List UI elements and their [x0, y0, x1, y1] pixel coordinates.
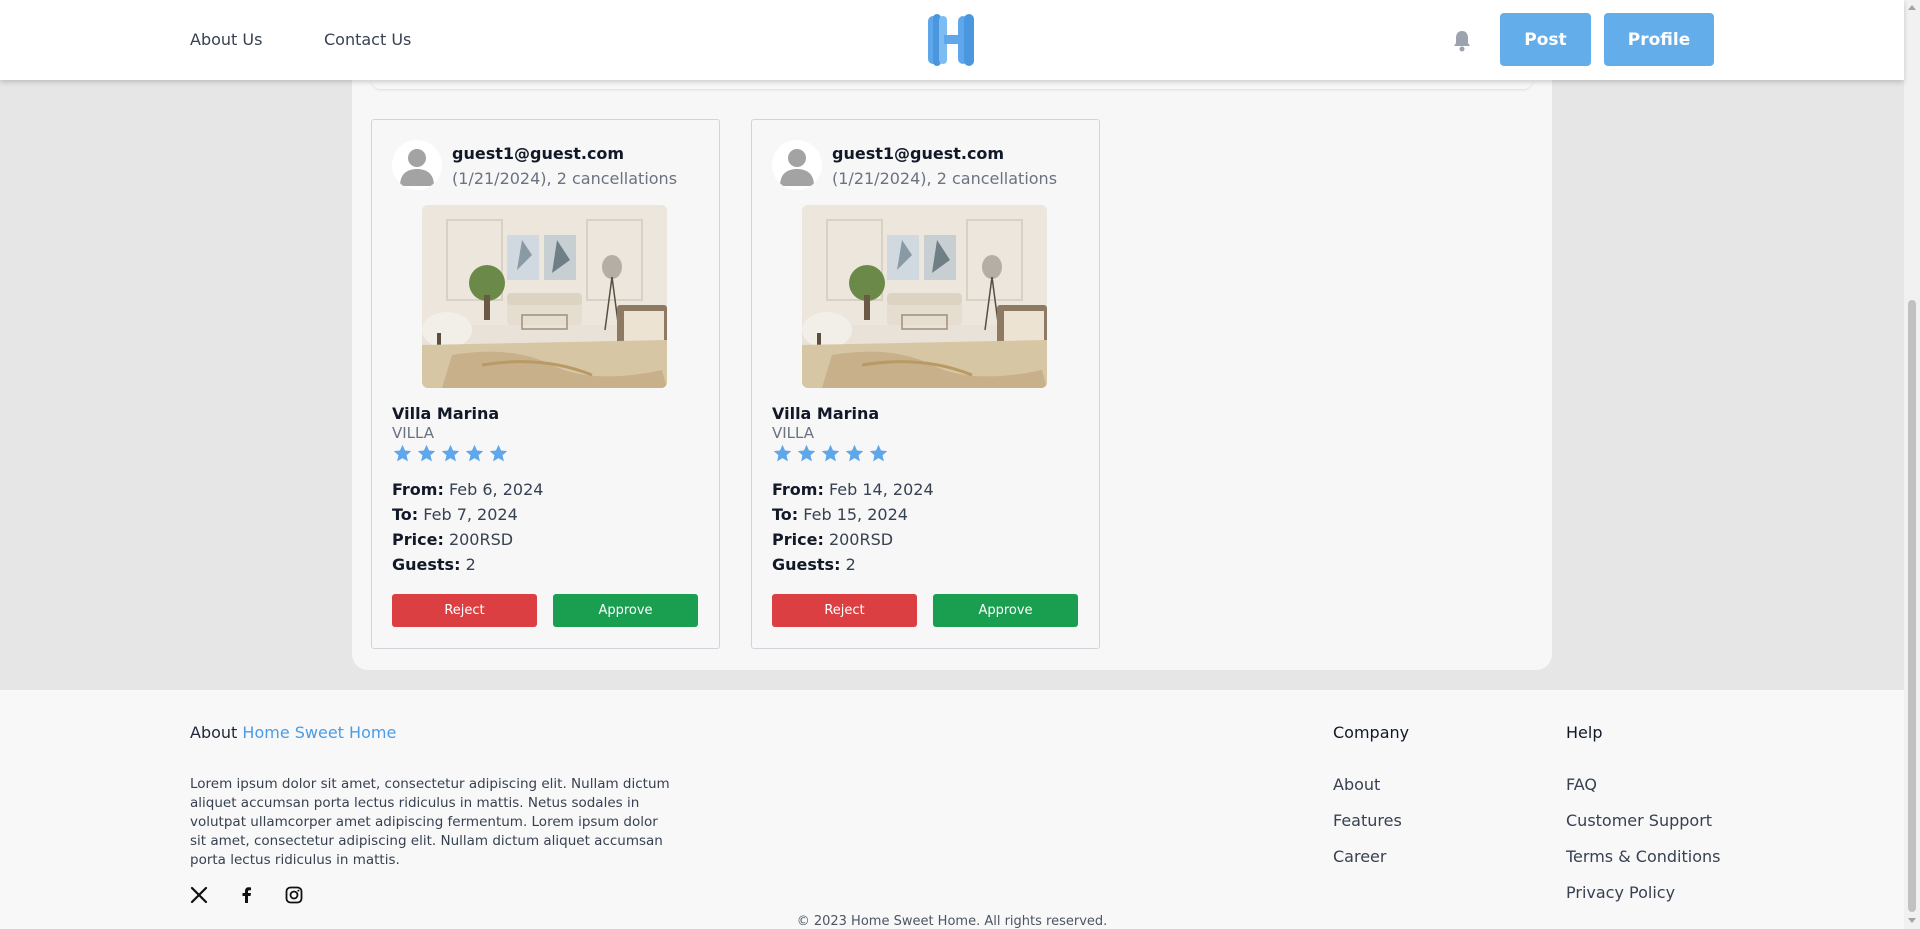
footer-link-privacy[interactable]: Privacy Policy	[1566, 883, 1675, 902]
guests: Guests: 2	[772, 555, 856, 574]
footer-about-text: Lorem ipsum dolor sit amet, consectetur …	[190, 776, 670, 868]
rating-stars	[772, 443, 889, 464]
footer-link-about[interactable]: About	[1333, 775, 1380, 794]
star-icon	[869, 444, 888, 462]
footer: About Home Sweet Home Lorem ipsum dolor …	[0, 690, 1904, 929]
reservation-card: guest1@guest.com (1/21/2024), 2 cancella…	[371, 119, 720, 649]
from-label: From:	[392, 480, 444, 499]
price-value: 200RSD	[448, 530, 514, 549]
star-icon	[773, 444, 792, 462]
user-avatar-icon	[400, 149, 434, 186]
approve-button[interactable]: Approve	[553, 594, 698, 627]
to-date: To: Feb 15, 2024	[772, 505, 908, 524]
instagram-icon[interactable]	[285, 886, 303, 904]
to-label: To:	[392, 505, 419, 524]
post-button[interactable]: Post	[1500, 13, 1591, 66]
star-icon	[393, 444, 412, 462]
reject-button[interactable]: Reject	[772, 594, 917, 627]
star-icon	[417, 444, 436, 462]
top-navbar: About Us Contact Us Post Profile	[0, 0, 1904, 80]
avatar	[772, 140, 822, 190]
star-icon	[465, 444, 484, 462]
reject-button[interactable]: Reject	[392, 594, 537, 627]
from-date: From: Feb 6, 2024	[392, 480, 543, 499]
copyright: © 2023 Home Sweet Home. All rights reser…	[796, 914, 1108, 929]
to-value: Feb 15, 2024	[803, 505, 908, 524]
star-icon	[797, 444, 816, 462]
living-room-image	[422, 205, 667, 388]
star-icon	[441, 444, 460, 462]
footer-link-features[interactable]: Features	[1333, 811, 1402, 830]
from-date: From: Feb 14, 2024	[772, 480, 934, 499]
footer-link-faq[interactable]: FAQ	[1566, 775, 1597, 794]
x-icon[interactable]	[190, 886, 208, 904]
rating-stars	[392, 443, 509, 464]
living-room-image	[802, 205, 1047, 388]
price: Price: 200RSD	[392, 530, 513, 549]
villa-photo	[422, 205, 667, 388]
about-prefix: About	[190, 723, 238, 742]
villa-name: Villa Marina	[392, 404, 500, 423]
page-scrollbar[interactable]	[1904, 0, 1920, 929]
user-avatar-icon	[780, 149, 814, 186]
price-label: Price:	[772, 530, 824, 549]
guests-label: Guests:	[392, 555, 461, 574]
footer-company-title: Company	[1333, 723, 1410, 742]
from-value: Feb 14, 2024	[828, 480, 934, 499]
villa-name: Villa Marina	[772, 404, 880, 423]
avatar	[392, 140, 442, 190]
facebook-icon[interactable]	[238, 886, 256, 904]
footer-link-terms[interactable]: Terms & Conditions	[1566, 847, 1720, 866]
approve-button[interactable]: Approve	[933, 594, 1078, 627]
price-label: Price:	[392, 530, 444, 549]
guest-meta: (1/21/2024), 2 cancellations	[832, 169, 1058, 188]
footer-about-title: About Home Sweet Home	[190, 723, 396, 742]
scrollbar-thumb[interactable]	[1908, 300, 1916, 912]
star-icon	[821, 444, 840, 462]
to-date: To: Feb 7, 2024	[392, 505, 518, 524]
from-label: From:	[772, 480, 824, 499]
guests: Guests: 2	[392, 555, 476, 574]
price: Price: 200RSD	[772, 530, 893, 549]
footer-link-career[interactable]: Career	[1333, 847, 1386, 866]
footer-link-customer-support[interactable]: Customer Support	[1566, 811, 1712, 830]
brand-name: Home Sweet Home	[242, 723, 397, 742]
to-label: To:	[772, 505, 799, 524]
to-value: Feb 7, 2024	[423, 505, 518, 524]
nav-about-us[interactable]: About Us	[190, 30, 262, 49]
reservation-card: guest1@guest.com (1/21/2024), 2 cancella…	[751, 119, 1100, 649]
star-icon	[489, 444, 508, 462]
villa-type: VILLA	[772, 424, 815, 442]
footer-help-title: Help	[1566, 723, 1603, 742]
guest-email: guest1@guest.com	[452, 144, 625, 163]
nav-contact-us[interactable]: Contact Us	[324, 30, 411, 49]
villa-photo	[802, 205, 1047, 388]
home-sweet-home-logo-icon[interactable]	[924, 12, 980, 68]
scroll-down-arrow-icon[interactable]	[1908, 918, 1916, 923]
panel-header-strip	[371, 80, 1533, 90]
guests-value: 2	[845, 555, 856, 574]
villa-type: VILLA	[392, 424, 435, 442]
guests-value: 2	[465, 555, 476, 574]
star-icon	[845, 444, 864, 462]
price-value: 200RSD	[828, 530, 894, 549]
guest-meta: (1/21/2024), 2 cancellations	[452, 169, 678, 188]
bell-icon[interactable]	[1452, 30, 1472, 52]
from-value: Feb 6, 2024	[448, 480, 544, 499]
guest-email: guest1@guest.com	[832, 144, 1005, 163]
profile-button[interactable]: Profile	[1604, 13, 1714, 66]
guests-label: Guests:	[772, 555, 841, 574]
scroll-up-arrow-icon[interactable]	[1908, 5, 1916, 10]
